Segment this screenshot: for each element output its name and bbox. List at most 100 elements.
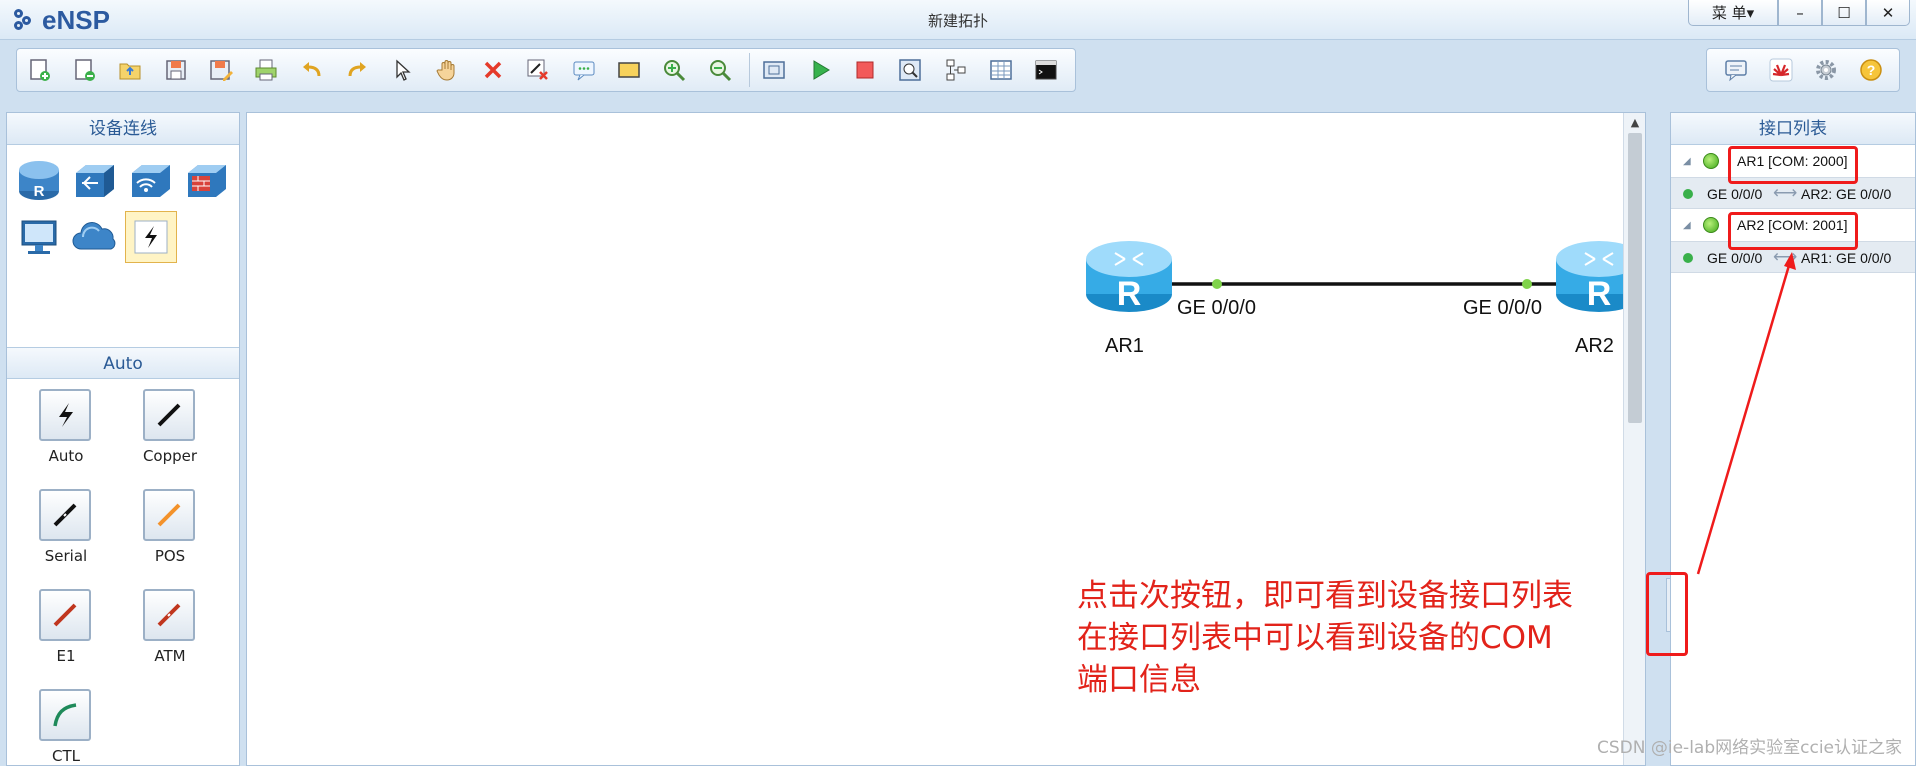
highlight-box-toggle (1646, 572, 1688, 656)
cable-pos[interactable]: POS (135, 489, 239, 589)
cable-label: ATM (154, 647, 186, 665)
expand-triangle-icon[interactable]: ◢ (1683, 156, 1691, 167)
canvas-vertical-scrollbar[interactable]: ▲ (1623, 113, 1645, 765)
device-panel: 设备连线 R Auto Auto Copper Serial POS E1 AT… (6, 112, 240, 766)
router-icon[interactable]: R (13, 155, 65, 207)
serial-cable-icon (39, 489, 91, 541)
link-up-icon (1683, 189, 1693, 199)
cable-serial[interactable]: Serial (31, 489, 135, 589)
topology-icon[interactable] (939, 53, 972, 87)
interface-list-panel: 接口列表 ◢ AR1 [COM: 2000] GE 0/0/0 ⟷ AR2: G… (1670, 112, 1916, 766)
e1-cable-icon (39, 589, 91, 641)
huawei-logo-icon[interactable] (1764, 53, 1798, 87)
cable-label: Copper (142, 447, 198, 465)
firewall-icon[interactable] (181, 155, 233, 207)
router-icon: R (1086, 241, 1172, 313)
capture-icon[interactable] (894, 53, 927, 87)
text-icon[interactable] (567, 53, 600, 87)
title-bar: eNSP 新建拓扑 菜 单▾ – ☐ ✕ (0, 0, 1916, 40)
new-topology-icon[interactable] (23, 53, 56, 87)
expand-triangle-icon[interactable]: ◢ (1683, 220, 1691, 231)
status-up-icon (1703, 217, 1719, 233)
cable-label: E1 (56, 647, 76, 665)
bidirectional-arrow-icon: ⟷ (1773, 247, 1798, 266)
annotation-text: 点击次按钮，即可看到设备接口列表 在接口列表中可以看到设备的COM 端口信息 (1077, 578, 1573, 698)
minimize-button[interactable]: – (1778, 0, 1822, 26)
fit-icon[interactable] (757, 53, 790, 87)
rectangle-icon[interactable] (612, 53, 645, 87)
local-port: GE 0/0/0 (1707, 186, 1763, 202)
switch-icon[interactable] (69, 155, 121, 207)
maximize-button[interactable]: ☐ (1822, 0, 1866, 26)
port-dot (1522, 279, 1532, 289)
highlight-box-ar1 (1728, 146, 1858, 184)
router-ar2-port-label: GE 0/0/0 (1463, 297, 1542, 319)
redo-icon[interactable] (340, 53, 373, 87)
window-controls: 菜 单▾ – ☐ ✕ (1688, 0, 1910, 28)
remote-port: AR2: GE 0/0/0 (1801, 186, 1892, 202)
cable-atm[interactable]: ATM (135, 589, 239, 689)
svg-text:?: ? (1866, 62, 1875, 78)
atm-cable-icon (143, 589, 195, 641)
local-port: GE 0/0/0 (1707, 250, 1763, 266)
svg-text:R: R (1117, 275, 1142, 313)
cable-panel-header: Auto (7, 347, 239, 379)
window-title: 新建拓扑 (927, 12, 988, 30)
undo-icon[interactable] (295, 53, 328, 87)
toolbar-separator (748, 53, 750, 87)
copper-cable-icon (143, 389, 195, 441)
zoom-in-icon[interactable] (658, 53, 691, 87)
message-icon[interactable] (1719, 53, 1753, 87)
bidirectional-arrow-icon: ⟷ (1773, 183, 1798, 202)
right-toolbar: ? (1706, 48, 1900, 92)
save-as-icon[interactable] (204, 53, 237, 87)
new-example-icon[interactable] (68, 53, 101, 87)
menu-button[interactable]: 菜 单▾ (1688, 0, 1778, 26)
cable-ctl[interactable]: CTL (31, 689, 135, 766)
close-button[interactable]: ✕ (1866, 0, 1910, 26)
main-toolbar (16, 48, 1076, 92)
svg-text:R: R (34, 183, 45, 200)
terminal-icon[interactable] (1030, 53, 1063, 87)
wireless-icon[interactable] (125, 155, 177, 207)
cable-e1[interactable]: E1 (31, 589, 135, 689)
router-ar1[interactable]: R (1085, 237, 1173, 317)
grid-icon[interactable] (984, 53, 1017, 87)
pc-icon[interactable] (13, 211, 65, 263)
device-category-grid: R (7, 145, 239, 347)
cable-label: Auto (48, 447, 84, 465)
print-icon[interactable] (250, 53, 283, 87)
delete-link-icon[interactable] (522, 53, 555, 87)
svg-text:R: R (1587, 275, 1612, 313)
delete-icon[interactable] (476, 53, 509, 87)
stop-icon[interactable] (848, 53, 881, 87)
auto-cable-icon (39, 389, 91, 441)
status-up-icon (1703, 153, 1719, 169)
cable-copper[interactable]: Copper (135, 389, 239, 489)
cloud-icon[interactable] (69, 211, 121, 263)
topology-canvas[interactable]: R GE 0/0/0 AR1 R GE 0/0/0 AR2 点击次按钮，即可看到… (246, 112, 1646, 766)
scrollbar-thumb[interactable] (1628, 133, 1642, 423)
pos-cable-icon (143, 489, 195, 541)
remote-port: AR1: GE 0/0/0 (1801, 250, 1892, 266)
cable-auto[interactable]: Auto (31, 389, 135, 489)
port-dot (1212, 279, 1222, 289)
zoom-out-icon[interactable] (703, 53, 736, 87)
highlight-box-ar2 (1728, 212, 1858, 250)
watermark-text: CSDN @ie-lab网络实验室ccie认证之家 (1597, 738, 1902, 758)
select-icon[interactable] (386, 53, 419, 87)
open-icon[interactable] (114, 53, 147, 87)
cable-label: Serial (44, 547, 88, 565)
settings-gear-icon[interactable] (1809, 53, 1843, 87)
router-ar1-label: AR1 (1105, 335, 1144, 357)
link-up-icon (1683, 253, 1693, 263)
help-icon[interactable]: ? (1854, 53, 1888, 87)
cable-connection-icon[interactable] (125, 211, 177, 263)
pan-hand-icon[interactable] (431, 53, 464, 87)
scroll-up-icon[interactable]: ▲ (1624, 113, 1645, 133)
save-icon[interactable] (159, 53, 192, 87)
cable-label: POS (154, 547, 186, 565)
ctl-cable-icon (39, 689, 91, 741)
start-icon[interactable] (803, 53, 836, 87)
router-ar2-label: AR2 (1575, 335, 1614, 357)
